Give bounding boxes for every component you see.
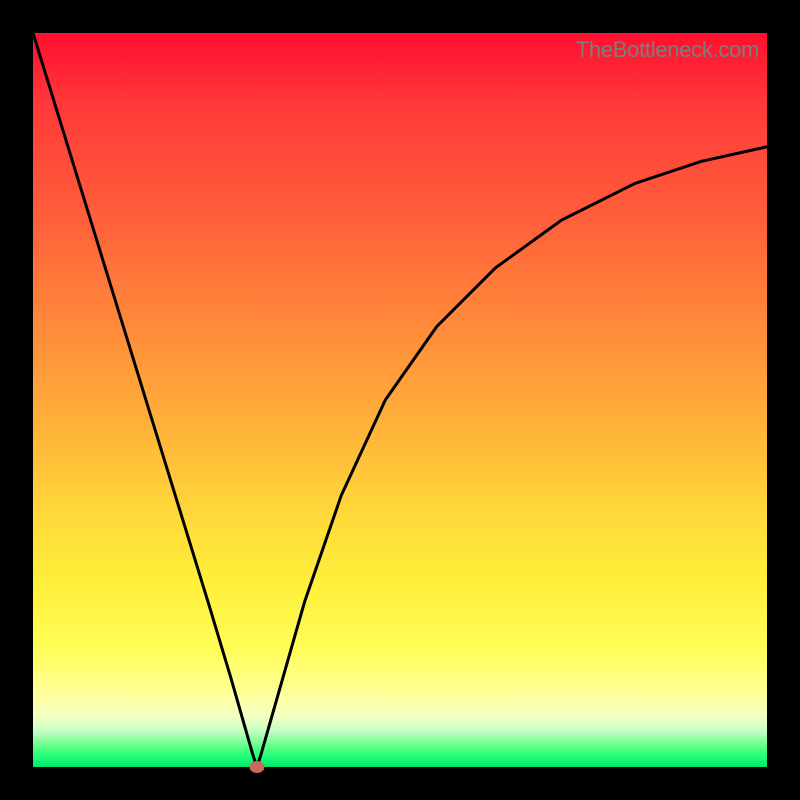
plot-area: TheBottleneck.com	[33, 33, 767, 767]
curve-right-branch	[257, 147, 767, 767]
curve-left-branch	[33, 33, 257, 767]
bottleneck-curve	[33, 33, 767, 767]
minimum-marker-icon	[249, 761, 264, 773]
chart-frame: TheBottleneck.com	[0, 0, 800, 800]
